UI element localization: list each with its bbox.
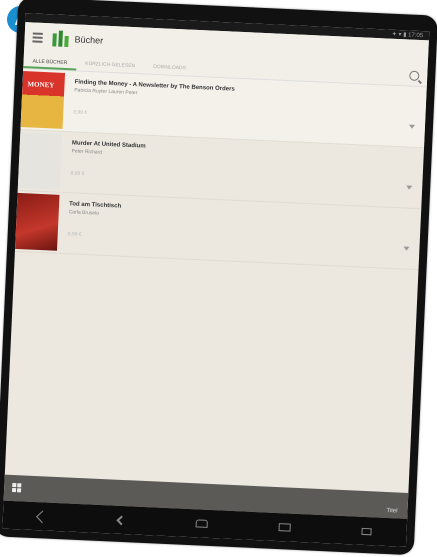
menu-icon[interactable] [32,30,43,44]
overflow-menu-icon[interactable] [406,185,413,190]
overflow-menu-icon[interactable] [403,246,410,251]
recent-apps-icon[interactable] [278,523,291,532]
book-list: MONEY Finding the Money - A Newsletter b… [14,69,427,271]
book-price: 8,99 € [73,109,88,116]
book-title: Tod am Tischtisch [68,201,122,210]
book-price: 8,99 € [70,170,85,177]
overflow-menu-icon[interactable] [408,124,416,129]
screenshot-icon[interactable] [361,527,372,535]
app-logo-icon [52,30,69,48]
book-price: 8,99 € [67,231,82,238]
status-icons: ✦ ▾ ▮ 17:05 [391,31,424,40]
nav-left-icon[interactable] [36,510,50,523]
book-author: Carla Bruselo [68,209,100,217]
tablet-device: ✦ ▾ ▮ 17:05 Bücher ALLE BÜCHER KÜRZLICH … [0,0,437,556]
back-icon[interactable] [116,515,127,525]
cover-text: MONEY [27,80,55,90]
grid-view-icon[interactable] [11,482,22,493]
book-cover [17,131,63,190]
app-screen: ✦ ▾ ▮ 17:05 Bücher ALLE BÜCHER KÜRZLICH … [2,13,430,547]
search-icon[interactable] [409,70,420,82]
sort-label[interactable]: Titel [386,508,397,514]
book-author: Peter Richard [71,148,103,156]
book-author: Patricia Ruyter Lauren Peter [74,87,138,97]
book-cover: MONEY [20,71,66,129]
home-icon[interactable] [195,519,208,528]
app-title: Bücher [74,34,104,46]
book-cover [15,192,60,251]
